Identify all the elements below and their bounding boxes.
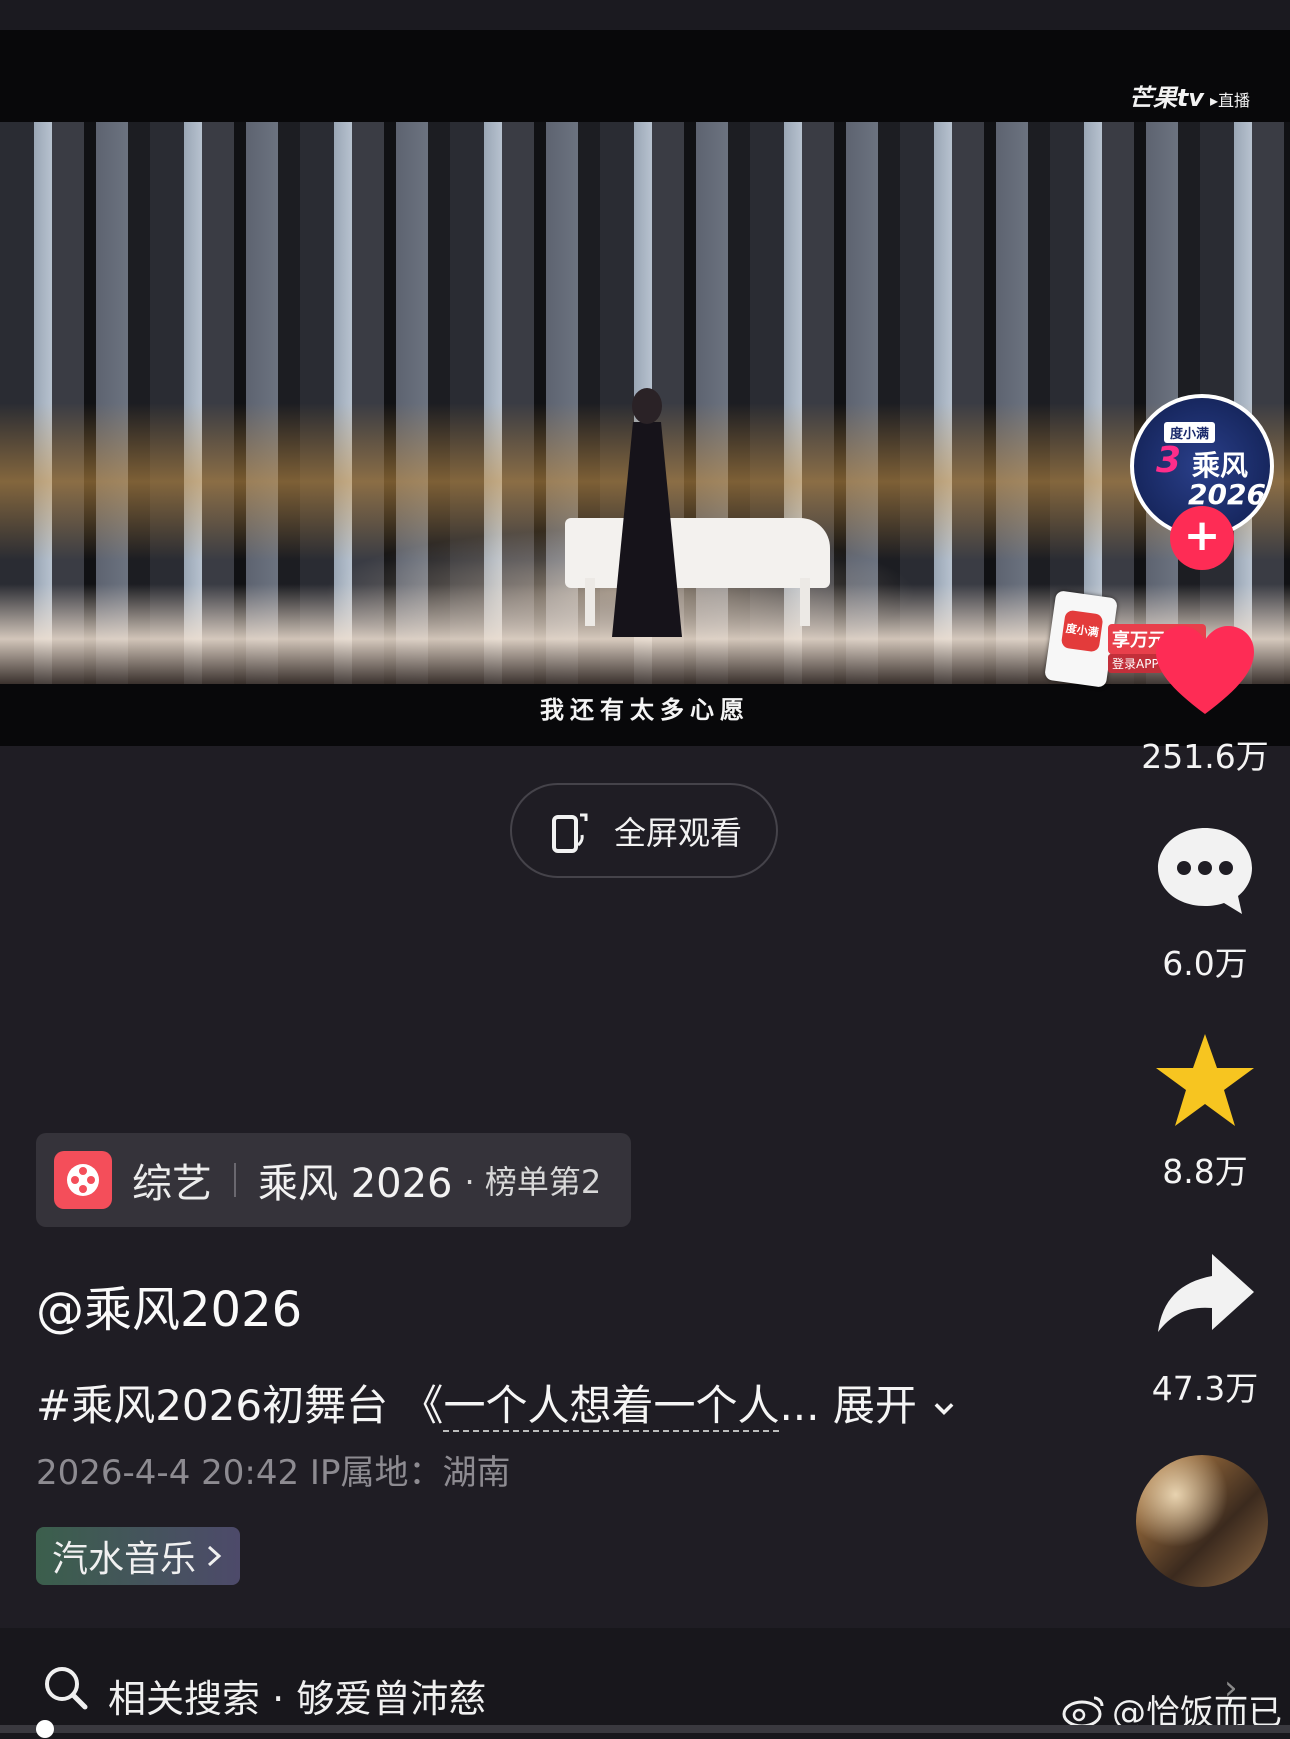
comment-count: 6.0万 bbox=[1162, 944, 1248, 983]
hashtag-text[interactable]: #乘风2026初舞台 《 bbox=[36, 1381, 443, 1430]
singer-head-graphic bbox=[632, 388, 662, 424]
chevron-right-icon bbox=[208, 1545, 222, 1567]
share-arrow-icon bbox=[1158, 1254, 1254, 1332]
follow-button[interactable]: + bbox=[1170, 506, 1234, 570]
expand-toggle[interactable]: ... 展开 bbox=[779, 1381, 916, 1430]
video-subtitle: 我还有太多心愿 bbox=[540, 696, 750, 724]
fullscreen-button[interactable]: 全屏观看 bbox=[510, 783, 778, 878]
category-tag-bar[interactable]: 综艺 乘风 2026 · 榜单第2 bbox=[36, 1133, 631, 1227]
ad-app-icon: 度小满 bbox=[1060, 609, 1104, 653]
video-progress-handle[interactable] bbox=[36, 1720, 54, 1738]
like-count: 251.6万 bbox=[1141, 737, 1269, 776]
music-disc-icon[interactable] bbox=[1136, 1455, 1268, 1587]
share-count: 47.3万 bbox=[1151, 1369, 1259, 1408]
avatar-logo-mark: 3 bbox=[1156, 440, 1182, 481]
show-name: 乘风 2026 bbox=[258, 1161, 453, 1207]
fullscreen-label: 全屏观看 bbox=[613, 813, 742, 852]
song-link[interactable]: 一个人想着一个人 bbox=[443, 1381, 780, 1432]
video-progress-track[interactable] bbox=[0, 1725, 1290, 1733]
like-button[interactable] bbox=[1150, 622, 1260, 722]
post-description[interactable]: #乘风2026初舞台 《一个人想着一个人... 展开 bbox=[36, 1372, 958, 1433]
favorite-button[interactable] bbox=[1150, 1030, 1260, 1130]
related-search-text[interactable]: 相关搜索 · 够爱曾沛慈 bbox=[108, 1668, 486, 1723]
heart-icon bbox=[1156, 626, 1254, 714]
post-meta: 2026-4-4 20:42 IP属地：湖南 bbox=[36, 1453, 511, 1493]
piano-leg bbox=[585, 578, 595, 626]
variety-show-icon bbox=[54, 1151, 112, 1209]
piano-graphic bbox=[565, 518, 830, 588]
piano-leg bbox=[800, 578, 810, 626]
comment-bubble-icon bbox=[1158, 828, 1252, 914]
rotate-phone-icon bbox=[551, 813, 588, 853]
chevron-down-icon[interactable] bbox=[930, 1395, 958, 1423]
top-strip bbox=[0, 0, 1290, 30]
logo-text: 芒果tv bbox=[1128, 84, 1204, 112]
favorite-count: 8.8万 bbox=[1162, 1152, 1248, 1191]
logo-live: ▸直播 bbox=[1209, 91, 1250, 110]
comment-button[interactable] bbox=[1150, 822, 1260, 922]
ad-phone-graphic: 度小满 bbox=[1044, 590, 1118, 688]
weibo-icon bbox=[1062, 1696, 1104, 1727]
music-source-label: 汽水音乐 bbox=[52, 1539, 197, 1580]
rank-label: · 榜单第2 bbox=[464, 1163, 602, 1201]
tag-divider bbox=[234, 1163, 236, 1197]
share-button[interactable] bbox=[1150, 1248, 1260, 1348]
mango-tv-logo: 芒果tv ▸直播 bbox=[1129, 78, 1250, 113]
star-icon bbox=[1156, 1034, 1254, 1126]
author-handle[interactable]: @乘风2026 bbox=[36, 1270, 302, 1340]
category-label: 综艺 bbox=[132, 1161, 212, 1207]
music-source-pill[interactable]: 汽水音乐 bbox=[36, 1527, 241, 1585]
search-icon bbox=[45, 1667, 88, 1710]
